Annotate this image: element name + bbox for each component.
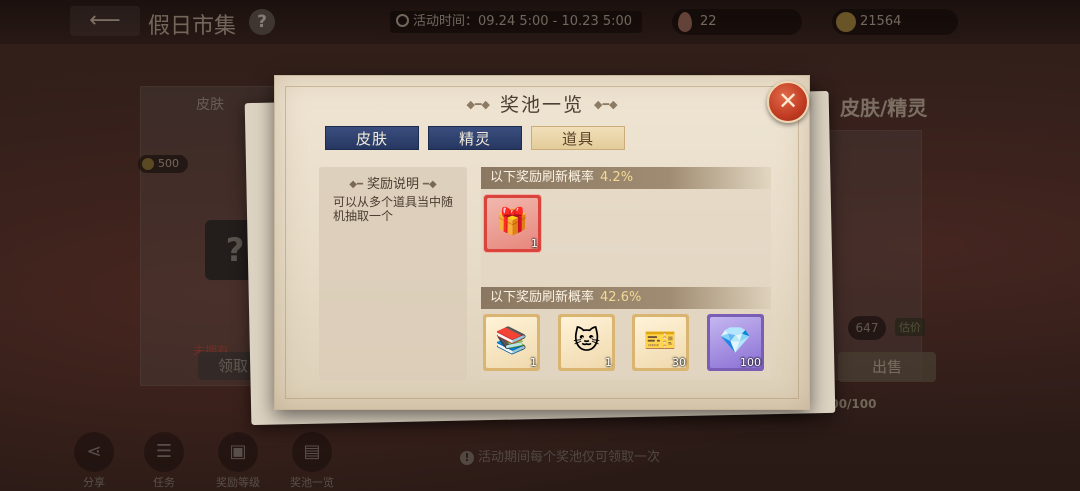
- title-ornament-right-icon: ◆━◆: [594, 98, 618, 111]
- close-icon: ✕: [777, 87, 799, 115]
- item-quantity: 1: [605, 356, 612, 369]
- reward-item[interactable]: 🎁 1: [484, 195, 541, 252]
- pool-body-2: 📚 1 🐱 1 🎫 30 💎 100: [481, 309, 771, 380]
- ornament-icon: ━◆: [423, 179, 437, 190]
- item-quantity: 1: [531, 237, 538, 250]
- pool-rate-1: 4.2%: [600, 170, 634, 185]
- reward-info-text: 可以从多个道具当中随机抽取一个: [333, 195, 454, 223]
- tab-skin[interactable]: 皮肤: [325, 126, 419, 150]
- modal-title: ◆━◆ 奖池一览 ◆━◆: [275, 90, 809, 117]
- pool-header-2-label: 以下奖励刷新概率: [490, 290, 595, 305]
- close-button[interactable]: ✕: [767, 81, 809, 123]
- tab-spirit[interactable]: 精灵: [428, 126, 522, 150]
- modal-title-text: 奖池一览: [499, 94, 584, 116]
- item-quantity: 100: [740, 356, 761, 369]
- pool-header-1: 以下奖励刷新概率 4.2%: [481, 167, 771, 189]
- reward-info-panel: ◆━ 奖励说明 ━◆ 可以从多个道具当中随机抽取一个: [319, 167, 467, 380]
- pool-body-1: 🎁 1: [481, 189, 771, 287]
- reward-info-title-text: 奖励说明: [366, 177, 419, 192]
- ornament-icon: ◆━: [349, 179, 363, 190]
- pool-rate-2: 42.6%: [600, 290, 642, 305]
- pool-header-1-label: 以下奖励刷新概率: [490, 170, 595, 185]
- reward-info-title: ◆━ 奖励说明 ━◆: [319, 173, 467, 192]
- title-ornament-left-icon: ◆━◆: [466, 98, 490, 111]
- reward-item[interactable]: 💎 100: [707, 314, 764, 371]
- prize-pool-modal: ◆━◆ 奖池一览 ◆━◆ 皮肤 精灵 道具 ◆━ 奖励说明 ━◆ 可以从多个道具当中随机…: [274, 75, 810, 410]
- reward-item[interactable]: 📚 1: [483, 314, 540, 371]
- reward-item[interactable]: 🎫 30: [632, 314, 689, 371]
- item-quantity: 30: [672, 356, 686, 369]
- pool-header-2: 以下奖励刷新概率 42.6%: [481, 287, 771, 309]
- tab-items[interactable]: 道具: [531, 126, 625, 150]
- item-quantity: 1: [530, 356, 537, 369]
- reward-item[interactable]: 🐱 1: [558, 314, 615, 371]
